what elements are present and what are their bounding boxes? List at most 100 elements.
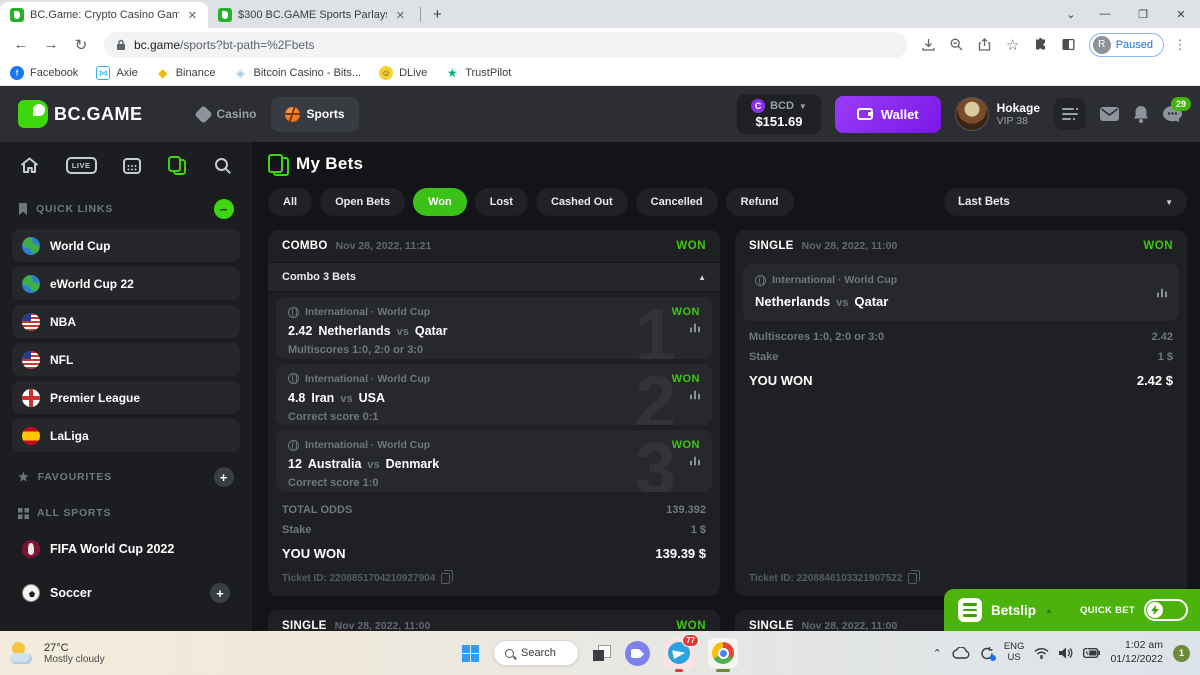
new-tab-button[interactable]: + bbox=[433, 6, 442, 23]
search-icon[interactable] bbox=[214, 157, 232, 175]
chat-button[interactable]: 29 bbox=[1163, 106, 1182, 123]
bookmark-bitcoin-casino[interactable]: ◈Bitcoin Casino - Bits... bbox=[233, 66, 361, 80]
sidebar-item-eworld-cup[interactable]: eWorld Cup 22 bbox=[12, 267, 240, 300]
chrome-button[interactable] bbox=[708, 638, 738, 668]
user-profile[interactable]: Hokage VIP 38 bbox=[955, 97, 1040, 131]
bet-status: WON bbox=[1143, 240, 1173, 252]
share-icon[interactable] bbox=[973, 33, 997, 57]
tab-bcgame[interactable]: BC.Game: Crypto Casino Games & ✕ bbox=[0, 2, 208, 28]
taskbar-clock[interactable]: 1:02 am 01/12/2022 bbox=[1110, 639, 1163, 666]
filter-cashed-out[interactable]: Cashed Out bbox=[536, 188, 628, 216]
menu-kebab-icon[interactable]: ⋮ bbox=[1168, 33, 1192, 57]
sidebar-item-nba[interactable]: NBA bbox=[12, 305, 240, 338]
copy-icon[interactable] bbox=[441, 573, 450, 584]
tab-close-icon[interactable]: ✕ bbox=[393, 8, 408, 23]
stats-icon[interactable] bbox=[690, 323, 700, 332]
download-icon[interactable] bbox=[917, 33, 941, 57]
sidebar-item-premier-league[interactable]: Premier League bbox=[12, 381, 240, 414]
bookmark-dlive[interactable]: ☺DLive bbox=[379, 66, 427, 80]
filter-won[interactable]: Won bbox=[413, 188, 467, 216]
filter-open-bets[interactable]: Open Bets bbox=[320, 188, 405, 216]
volume-icon[interactable] bbox=[1059, 647, 1073, 659]
home-icon[interactable] bbox=[20, 157, 39, 174]
quick-bet-toggle[interactable] bbox=[1144, 599, 1188, 621]
tab-parlays[interactable]: $300 BC.GAME Sports Parlays Ch ✕ bbox=[208, 2, 416, 28]
notifications-button[interactable] bbox=[1133, 106, 1149, 123]
language-indicator[interactable]: ENG US bbox=[1004, 642, 1025, 664]
bookmark-axie[interactable]: ⋈Axie bbox=[96, 66, 137, 80]
bet-list-button[interactable] bbox=[1054, 98, 1086, 130]
expand-soccer-button[interactable]: + bbox=[210, 583, 230, 603]
stake-label: Stake bbox=[282, 524, 311, 536]
telegram-button[interactable]: 77 bbox=[664, 638, 694, 668]
combo-leg-3[interactable]: 3 International · World Cup WON 12 Austr… bbox=[276, 430, 712, 492]
bookmark-facebook[interactable]: fFacebook bbox=[10, 66, 78, 80]
taskbar-search[interactable]: Search bbox=[493, 640, 579, 666]
nav-sports-label: Sports bbox=[307, 107, 345, 121]
live-icon[interactable]: LIVE bbox=[66, 157, 97, 174]
international-icon bbox=[755, 275, 766, 286]
sidebar-item-soccer[interactable]: Soccer+ bbox=[12, 577, 240, 609]
weather-widget[interactable]: 27°C Mostly cloudy bbox=[10, 642, 105, 665]
wifi-icon[interactable] bbox=[1034, 647, 1049, 659]
filter-cancelled[interactable]: Cancelled bbox=[636, 188, 718, 216]
back-icon[interactable]: ← bbox=[8, 32, 34, 58]
side-panel-icon[interactable] bbox=[1057, 33, 1081, 57]
sidebar-item-nfl[interactable]: NFL bbox=[12, 343, 240, 376]
extensions-icon[interactable] bbox=[1029, 33, 1053, 57]
battery-icon[interactable] bbox=[1083, 648, 1100, 658]
collapse-quick-links-button[interactable]: − bbox=[214, 199, 234, 219]
filter-all[interactable]: All bbox=[268, 188, 312, 216]
start-button[interactable] bbox=[462, 645, 479, 662]
profile-button[interactable]: R Paused bbox=[1089, 33, 1164, 57]
bookmark-binance[interactable]: ◆Binance bbox=[156, 66, 216, 80]
sidebar-item-fifa-world-cup[interactable]: FIFA World Cup 2022 bbox=[12, 533, 240, 565]
wallet-button[interactable]: Wallet bbox=[835, 96, 941, 133]
stats-icon[interactable] bbox=[1157, 288, 1167, 297]
address-bar[interactable]: bc.game/sports?bt-path=%2Fbets bbox=[104, 32, 907, 58]
single-event[interactable]: International · World Cup Netherlands vs… bbox=[743, 264, 1179, 321]
filter-refund[interactable]: Refund bbox=[726, 188, 794, 216]
notification-count-badge[interactable]: 1 bbox=[1173, 645, 1190, 662]
browser-tab-strip: BC.Game: Crypto Casino Games & ✕ $300 BC… bbox=[0, 0, 1200, 28]
add-favourite-button[interactable]: + bbox=[214, 467, 234, 487]
restore-button[interactable]: ❐ bbox=[1124, 0, 1162, 28]
stats-icon[interactable] bbox=[690, 457, 700, 466]
combo-group-toggle[interactable]: Combo 3 Bets ▲ bbox=[268, 262, 720, 292]
nav-casino[interactable]: Casino bbox=[183, 97, 271, 131]
url-domain: bc.game bbox=[134, 38, 180, 52]
hidden-icons-chevron[interactable]: ⌃ bbox=[933, 647, 942, 660]
minimize-button[interactable]: — bbox=[1086, 0, 1124, 28]
betslip-bar[interactable]: Betslip ▲ QUICK BET bbox=[944, 589, 1200, 631]
window-chevron-icon[interactable]: ⌄ bbox=[1056, 0, 1086, 28]
teams-chat-button[interactable] bbox=[625, 641, 650, 666]
calendar-icon[interactable] bbox=[123, 157, 141, 174]
forward-icon[interactable]: → bbox=[38, 32, 64, 58]
combo-leg-2[interactable]: 2 International · World Cup WON 4.8 Iran… bbox=[276, 364, 712, 426]
reload-icon[interactable]: ↻ bbox=[68, 32, 94, 58]
task-view-button[interactable] bbox=[593, 645, 611, 661]
sidebar-item-laliga[interactable]: LaLiga bbox=[12, 419, 240, 452]
sync-icon[interactable] bbox=[980, 647, 994, 660]
my-bets-icon[interactable] bbox=[168, 156, 187, 175]
filter-lost[interactable]: Lost bbox=[475, 188, 528, 216]
copy-icon[interactable] bbox=[908, 573, 917, 584]
onedrive-icon[interactable] bbox=[952, 647, 970, 659]
bookmarks-bar: fFacebook ⋈Axie ◆Binance ◈Bitcoin Casino… bbox=[0, 61, 1200, 86]
bcgame-logo[interactable]: BC.GAME bbox=[18, 100, 143, 128]
zoom-icon[interactable] bbox=[945, 33, 969, 57]
nav-sports[interactable]: Sports bbox=[271, 97, 359, 132]
bookmark-trustpilot[interactable]: ★TrustPilot bbox=[445, 66, 511, 80]
sidebar-item-world-cup[interactable]: World Cup bbox=[12, 229, 240, 262]
combo-leg-1[interactable]: 1 International · World Cup WON 2.42 Net… bbox=[276, 297, 712, 359]
currency-selector[interactable]: C BCD ▼ $151.69 bbox=[737, 94, 821, 134]
bet-filters: All Open Bets Won Lost Cashed Out Cancel… bbox=[268, 188, 1187, 216]
bookmark-star-icon[interactable]: ☆ bbox=[1001, 33, 1025, 57]
sort-dropdown[interactable]: Last Bets ▼ bbox=[944, 188, 1187, 216]
stats-icon[interactable] bbox=[690, 390, 700, 399]
profile-status: Paused bbox=[1116, 39, 1153, 51]
close-button[interactable]: ✕ bbox=[1162, 0, 1200, 28]
inbox-button[interactable] bbox=[1100, 107, 1119, 121]
leg-odds: 4.8 bbox=[288, 391, 305, 405]
tab-close-icon[interactable]: ✕ bbox=[185, 8, 200, 23]
